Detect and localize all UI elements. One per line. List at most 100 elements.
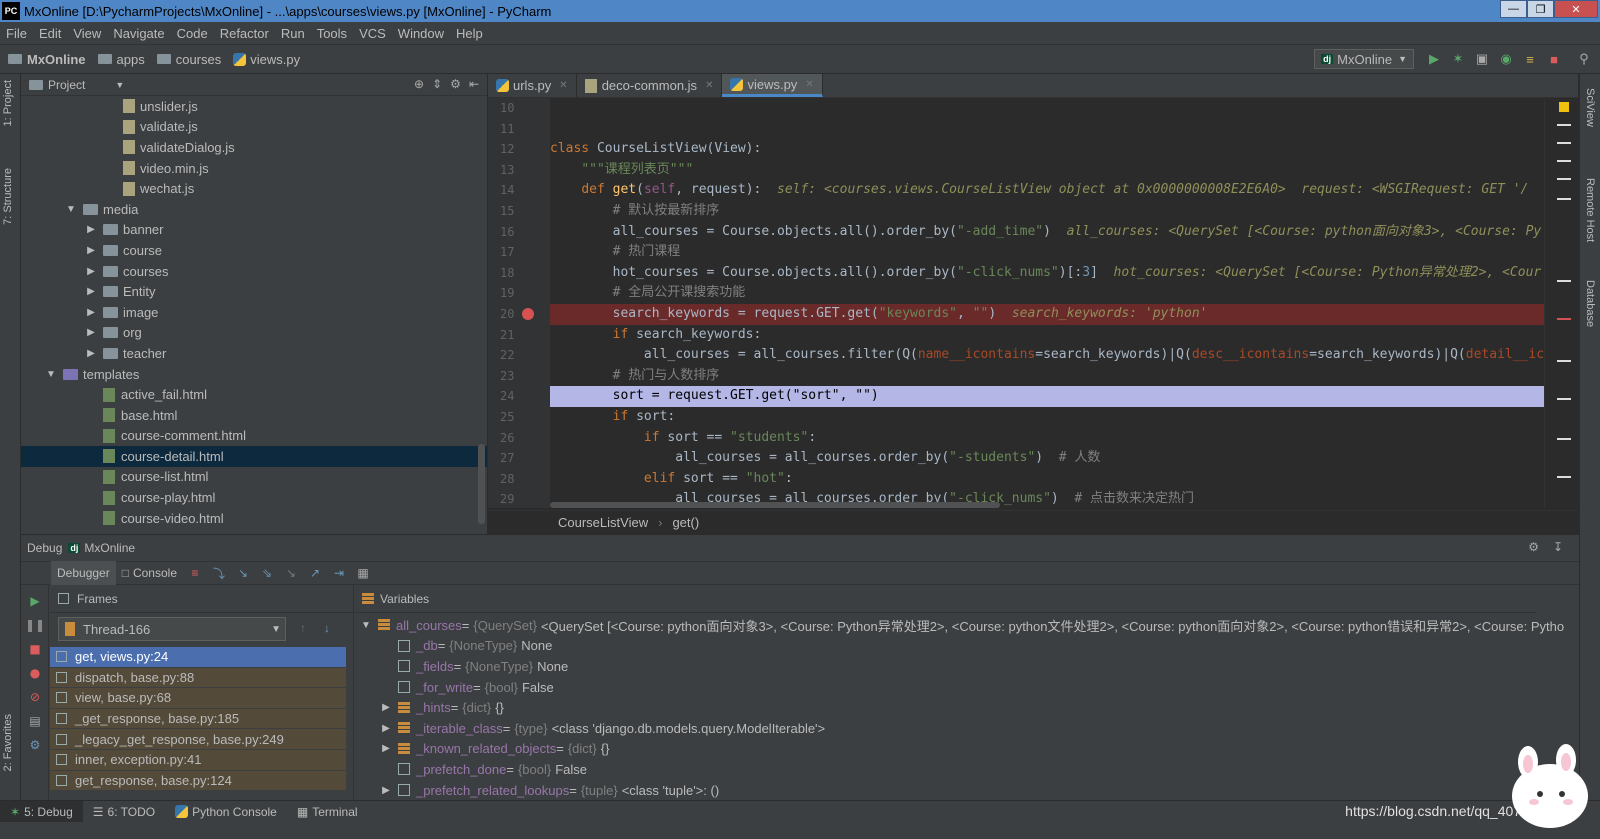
variable-row[interactable]: ▶ _hints = {dict}{} [354, 697, 1564, 718]
line-number[interactable]: 26 [488, 428, 550, 449]
chevron-right-icon[interactable]: ▶ [85, 307, 97, 318]
tree-item[interactable]: course-detail.html [21, 446, 487, 467]
frame-row[interactable]: view, base.py:68 [50, 688, 346, 709]
menu-run[interactable]: Run [275, 26, 311, 41]
chevron-right-icon[interactable]: ▶ [85, 245, 97, 256]
tree-item[interactable]: active_fail.html [21, 384, 487, 405]
close-button[interactable]: ✕ [1554, 0, 1598, 18]
variable-row[interactable]: ▶ _iterable_class = {type} <class 'django.… [354, 718, 1564, 739]
hide-icon[interactable]: ↧ [1553, 540, 1563, 554]
tree-item[interactable]: course-list.html [21, 467, 487, 488]
chevron-right-icon[interactable]: ▶ [85, 266, 97, 277]
menu-tools[interactable]: Tools [311, 26, 353, 41]
line-number[interactable]: 13 [488, 160, 550, 181]
menu-window[interactable]: Window [392, 26, 450, 41]
frame-row[interactable]: inner, exception.py:41 [50, 749, 346, 771]
tree-item[interactable]: ▶ org [21, 323, 487, 344]
chevron-right-icon[interactable]: ▶ [85, 286, 97, 297]
line-number[interactable]: 17 [488, 242, 550, 263]
evaluate-expression-icon[interactable]: ▦ [353, 563, 373, 583]
chevron-right-icon[interactable]: ▶ [380, 785, 392, 796]
breadcrumb-project[interactable]: MxOnline [8, 52, 86, 67]
project-scrollbar[interactable] [478, 444, 485, 524]
line-number[interactable]: 28 [488, 469, 550, 490]
sciview-tool-tab[interactable]: SciView [1584, 88, 1596, 127]
pause-icon[interactable]: ❚❚ [25, 617, 45, 633]
terminal-tool-button[interactable]: ▦ Terminal [287, 801, 368, 823]
variable-row[interactable]: _prefetch_done = {bool} False [354, 759, 1564, 780]
tree-item[interactable]: video.min.js [21, 158, 487, 179]
tree-item[interactable]: ▶ image [21, 302, 487, 323]
chevron-down-icon[interactable]: ▼ [45, 369, 57, 380]
tree-item[interactable]: base.html [21, 405, 487, 426]
code-area[interactable]: class CourseListView(View): """课程列表页""" … [550, 98, 1546, 508]
step-over-icon[interactable]: ⤵ [209, 563, 229, 583]
chevron-down-icon[interactable]: ▼ [115, 80, 124, 90]
line-number[interactable]: 12 [488, 139, 550, 160]
project-view-select[interactable]: Project [48, 78, 85, 92]
step-into-my-code-icon[interactable]: ⇘ [257, 563, 277, 583]
layout-icon[interactable]: ▤ [27, 713, 43, 729]
menu-edit[interactable]: Edit [33, 26, 67, 41]
breakpoint-icon[interactable] [522, 308, 534, 320]
menu-navigate[interactable]: Navigate [107, 26, 170, 41]
chevron-down-icon[interactable]: ▼ [65, 204, 77, 215]
force-step-into-icon[interactable]: ↘ [281, 563, 301, 583]
breadcrumb-method[interactable]: get() [672, 515, 699, 530]
project-tool-tab[interactable]: 1: Project [2, 80, 14, 126]
line-number[interactable]: 27 [488, 448, 550, 469]
breadcrumb-file[interactable]: views.py [233, 52, 300, 67]
chevron-right-icon[interactable]: ▶ [85, 327, 97, 338]
frame-row[interactable]: get_response, base.py:124 [50, 770, 346, 792]
settings-icon[interactable]: ⚙ [27, 737, 43, 753]
locate-icon[interactable]: ⊕ [414, 77, 424, 91]
concurrency-icon[interactable]: ≡ [1522, 51, 1538, 67]
breadcrumb-courses[interactable]: courses [156, 52, 221, 67]
resume-icon[interactable]: ▶ [27, 593, 43, 609]
tree-item[interactable]: unslider.js [21, 96, 487, 117]
python-console-tool-button[interactable]: Python Console [165, 801, 287, 823]
show-execution-point-icon[interactable]: ≡ [185, 563, 205, 583]
close-tab-icon[interactable]: ✕ [805, 79, 813, 90]
line-number[interactable]: 19 [488, 283, 550, 304]
line-number[interactable]: 18 [488, 263, 550, 284]
line-number[interactable]: 29 [488, 489, 550, 510]
menu-view[interactable]: View [67, 26, 107, 41]
chevron-right-icon[interactable]: ▶ [85, 348, 97, 359]
line-number[interactable]: 20 [488, 304, 550, 325]
chevron-right-icon[interactable]: ▶ [380, 743, 392, 754]
chevron-down-icon[interactable]: ▼ [360, 620, 372, 631]
tree-item[interactable]: course-video.html [21, 508, 487, 529]
stop-icon[interactable]: ■ [1546, 51, 1562, 67]
line-number[interactable]: 23 [488, 366, 550, 387]
menu-code[interactable]: Code [171, 26, 214, 41]
line-number[interactable]: 22 [488, 345, 550, 366]
menu-help[interactable]: Help [450, 26, 489, 41]
gear-icon[interactable]: ⚙ [450, 77, 461, 91]
warning-icon[interactable] [1559, 102, 1569, 112]
menu-vcs[interactable]: VCS [353, 26, 392, 41]
structure-tool-tab[interactable]: 7: Structure [2, 168, 14, 225]
debug-config-tab[interactable]: MxOnline [84, 541, 135, 555]
step-out-icon[interactable]: ↗ [305, 563, 325, 583]
line-number[interactable]: 25 [488, 407, 550, 428]
line-number[interactable]: 24 [488, 386, 550, 407]
variable-row[interactable]: ▼ all_courses = {QuerySet} <QuerySet [<Cou… [354, 615, 1564, 636]
menu-refactor[interactable]: Refactor [214, 26, 275, 41]
line-number[interactable]: 15 [488, 201, 550, 222]
variable-row[interactable]: _fields = {NoneType} None [354, 656, 1564, 677]
run-configuration-select[interactable]: dj MxOnline ▼ [1314, 49, 1414, 69]
gear-icon[interactable]: ⚙ [1528, 540, 1539, 554]
thread-select[interactable]: Thread-166 ▼ [58, 617, 286, 641]
chevron-right-icon[interactable]: ▶ [380, 723, 392, 734]
tree-item[interactable]: course-play.html [21, 487, 487, 508]
editor-tab[interactable]: views.py ✕ [722, 74, 823, 97]
stop-icon[interactable]: ■ [27, 641, 43, 657]
view-breakpoints-icon[interactable]: ● [27, 665, 43, 681]
tree-item[interactable]: wechat.js [21, 178, 487, 199]
maximize-button[interactable]: ❐ [1527, 0, 1554, 18]
close-tab-icon[interactable]: ✕ [705, 80, 713, 91]
collapse-icon[interactable]: ⇕ [432, 77, 442, 91]
previous-frame-icon[interactable]: ↑ [300, 621, 306, 635]
editor-tab[interactable]: deco-common.js ✕ [577, 74, 723, 97]
